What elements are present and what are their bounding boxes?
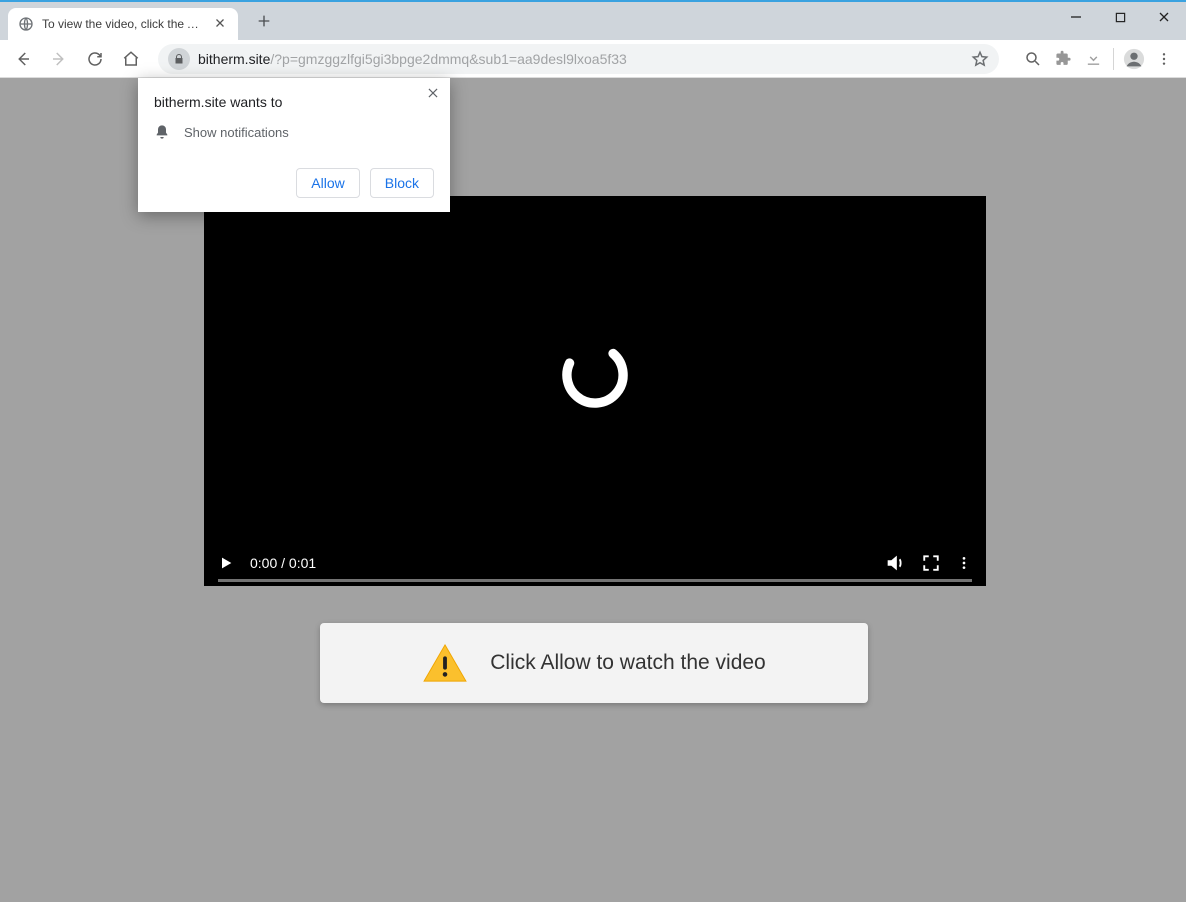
instruction-banner: Click Allow to watch the video bbox=[320, 623, 868, 703]
block-button[interactable]: Block bbox=[370, 168, 434, 198]
play-icon[interactable] bbox=[218, 554, 234, 572]
window-controls bbox=[1054, 2, 1186, 32]
video-menu-icon[interactable] bbox=[956, 554, 972, 572]
loading-spinner-icon bbox=[556, 336, 634, 414]
reload-button[interactable] bbox=[80, 44, 110, 74]
zoom-icon[interactable] bbox=[1019, 44, 1047, 74]
video-controls: 0:00 / 0:01 bbox=[218, 552, 972, 574]
allow-button[interactable]: Allow bbox=[296, 168, 359, 198]
toolbar-right bbox=[1019, 44, 1178, 74]
separator bbox=[1113, 48, 1114, 70]
browser-titlebar: To view the video, click the Allow bbox=[0, 0, 1186, 40]
bookmark-star-icon[interactable] bbox=[971, 50, 989, 68]
volume-icon[interactable] bbox=[884, 552, 906, 574]
lock-icon[interactable] bbox=[168, 48, 190, 70]
browser-tab[interactable]: To view the video, click the Allow bbox=[8, 8, 238, 40]
browser-toolbar: bitherm.site/?p=gmzggzlfgi5gi3bpge2dmmq&… bbox=[0, 40, 1186, 78]
downloads-icon[interactable] bbox=[1079, 44, 1107, 74]
back-button[interactable] bbox=[8, 44, 38, 74]
home-button[interactable] bbox=[116, 44, 146, 74]
profile-avatar-icon[interactable] bbox=[1120, 44, 1148, 74]
close-icon[interactable] bbox=[214, 17, 228, 31]
url-host: bitherm.site bbox=[198, 51, 270, 67]
menu-kebab-icon[interactable] bbox=[1150, 44, 1178, 74]
close-icon[interactable] bbox=[426, 86, 440, 100]
permission-item: Show notifications bbox=[154, 124, 434, 140]
notification-permission-dialog: bitherm.site wants to Show notifications… bbox=[138, 78, 450, 212]
video-progress-bar[interactable] bbox=[218, 579, 972, 582]
extension-icon[interactable] bbox=[1049, 44, 1077, 74]
address-bar[interactable]: bitherm.site/?p=gmzggzlfgi5gi3bpge2dmmq&… bbox=[158, 44, 999, 74]
forward-button bbox=[44, 44, 74, 74]
globe-icon bbox=[18, 16, 34, 32]
new-tab-button[interactable] bbox=[250, 7, 278, 35]
permission-title: bitherm.site wants to bbox=[154, 94, 434, 110]
bell-icon bbox=[154, 124, 170, 140]
url-text: bitherm.site/?p=gmzggzlfgi5gi3bpge2dmmq&… bbox=[198, 51, 963, 67]
permission-item-label: Show notifications bbox=[184, 125, 289, 140]
video-time: 0:00 / 0:01 bbox=[250, 555, 316, 571]
tab-title: To view the video, click the Allow bbox=[42, 17, 206, 31]
instruction-text: Click Allow to watch the video bbox=[490, 651, 765, 675]
maximize-button[interactable] bbox=[1098, 2, 1142, 32]
url-path: /?p=gmzggzlfgi5gi3bpge2dmmq&sub1=aa9desl… bbox=[270, 51, 626, 67]
warning-icon bbox=[422, 643, 468, 683]
window-close-button[interactable] bbox=[1142, 2, 1186, 32]
video-player[interactable]: 0:00 / 0:01 bbox=[204, 196, 986, 586]
minimize-button[interactable] bbox=[1054, 2, 1098, 32]
fullscreen-icon[interactable] bbox=[922, 554, 940, 572]
